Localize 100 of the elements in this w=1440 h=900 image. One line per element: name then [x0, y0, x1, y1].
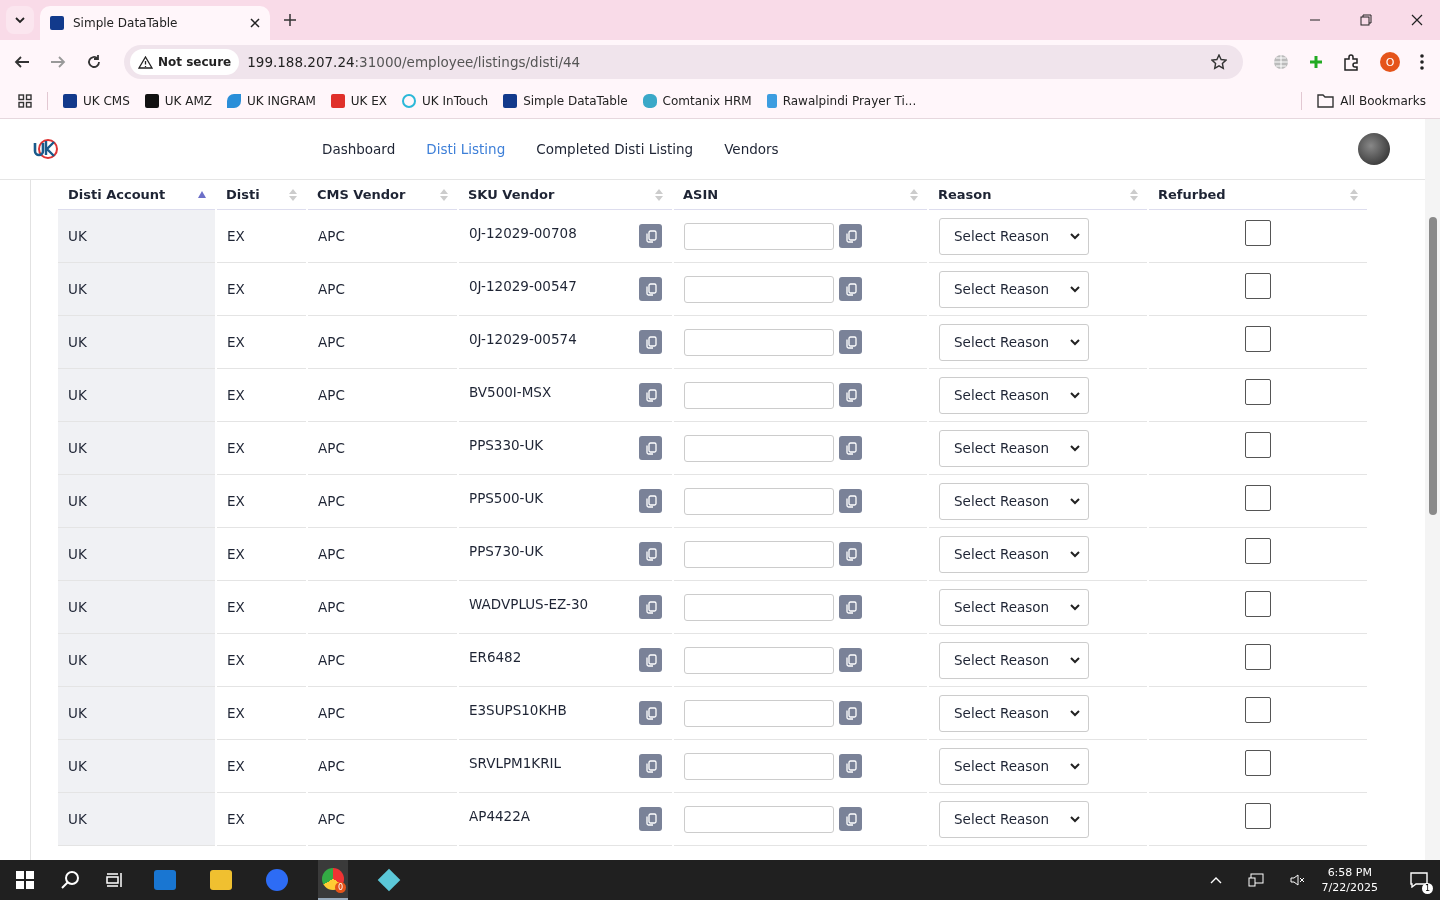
asin-input[interactable]	[684, 222, 834, 250]
reason-select[interactable]: Select Reason	[939, 323, 1089, 361]
nav-link[interactable]: Completed Disti Listing	[536, 141, 694, 157]
refurbed-checkbox[interactable]	[1245, 273, 1271, 299]
task-view-icon[interactable]	[106, 872, 124, 888]
asin-input[interactable]	[684, 381, 834, 409]
copy-button[interactable]	[639, 383, 662, 407]
asin-input[interactable]	[684, 752, 834, 780]
reason-select[interactable]: Select Reason	[939, 376, 1089, 414]
refurbed-checkbox[interactable]	[1245, 326, 1271, 352]
copy-button[interactable]	[639, 807, 662, 831]
profile-avatar[interactable]: O	[1380, 52, 1400, 72]
close-icon[interactable]	[1411, 14, 1423, 26]
clock-time[interactable]: 6:58 PM	[1327, 865, 1372, 880]
copy-button[interactable]	[639, 701, 662, 725]
asin-input[interactable]	[684, 487, 834, 515]
copy-button[interactable]	[639, 277, 662, 301]
reload-icon[interactable]	[86, 54, 102, 70]
copy-button[interactable]	[839, 754, 862, 778]
asin-input[interactable]	[684, 434, 834, 462]
refurbed-checkbox[interactable]	[1245, 379, 1271, 405]
reason-select[interactable]: Select Reason	[939, 535, 1089, 573]
bookmark-link[interactable]: UK AMZ	[144, 94, 213, 108]
plus-extension-icon[interactable]	[1309, 55, 1323, 69]
copy-button[interactable]	[639, 648, 662, 672]
copy-button[interactable]	[639, 224, 662, 248]
menu-icon[interactable]	[1420, 54, 1424, 70]
bookmark-link[interactable]: UK EX	[330, 94, 388, 108]
asin-input[interactable]	[684, 593, 834, 621]
windows-start-icon[interactable]	[16, 871, 34, 889]
refurbed-checkbox[interactable]	[1245, 485, 1271, 511]
bookmark-link[interactable]: UK InTouch	[402, 94, 489, 108]
star-icon[interactable]	[1211, 54, 1227, 70]
refurbed-checkbox[interactable]	[1245, 803, 1271, 829]
all-bookmarks-button[interactable]: All Bookmarks	[1317, 94, 1426, 108]
copy-button[interactable]	[639, 330, 662, 354]
copy-button[interactable]	[639, 754, 662, 778]
copy-button[interactable]	[639, 489, 662, 513]
asin-input[interactable]	[684, 540, 834, 568]
puzzle-icon[interactable]	[1343, 53, 1360, 71]
copy-button[interactable]	[839, 383, 862, 407]
copy-button[interactable]	[839, 542, 862, 566]
reason-select[interactable]: Select Reason	[939, 270, 1089, 308]
reason-select[interactable]: Select Reason	[939, 800, 1089, 838]
close-icon[interactable]	[250, 18, 260, 28]
apps-grid-icon[interactable]	[18, 94, 32, 108]
refurbed-checkbox[interactable]	[1245, 750, 1271, 776]
asin-input[interactable]	[684, 699, 834, 727]
browser-tab[interactable]: Simple DataTable	[40, 6, 270, 40]
bookmark-link[interactable]: Comtanix HRM	[642, 94, 752, 108]
security-chip[interactable]: Not secure	[130, 49, 240, 75]
refurbed-checkbox[interactable]	[1245, 220, 1271, 246]
refurbed-checkbox[interactable]	[1245, 538, 1271, 564]
reason-select[interactable]: Select Reason	[939, 588, 1089, 626]
new-tab-icon[interactable]	[284, 14, 296, 26]
asin-input[interactable]	[684, 805, 834, 833]
reason-select[interactable]: Select Reason	[939, 217, 1089, 255]
nav-link[interactable]: Dashboard	[322, 141, 396, 157]
column-header[interactable]: SKU Vendor	[458, 180, 673, 210]
column-header[interactable]: Disti	[216, 180, 307, 210]
asin-input[interactable]	[684, 275, 834, 303]
reason-select[interactable]: Select Reason	[939, 429, 1089, 467]
reason-select[interactable]: Select Reason	[939, 641, 1089, 679]
column-header[interactable]: CMS Vendor	[307, 180, 458, 210]
user-avatar[interactable]	[1358, 133, 1390, 165]
muted-speaker-icon[interactable]	[1289, 873, 1306, 887]
notification-button[interactable]: 1	[1404, 865, 1434, 895]
chrome-app-button[interactable]: 0	[318, 860, 348, 900]
chevron-up-icon[interactable]	[1209, 876, 1222, 884]
asin-input[interactable]	[684, 328, 834, 356]
clock-date[interactable]: 7/22/2025	[1321, 880, 1378, 895]
address-bar[interactable]: Not secure 199.188.207.24:31000/employee/listings/disti/44	[124, 45, 1243, 79]
forward-icon[interactable]	[50, 54, 66, 70]
copy-button[interactable]	[839, 224, 862, 248]
copy-button[interactable]	[839, 330, 862, 354]
refurbed-checkbox[interactable]	[1245, 644, 1271, 670]
nav-link[interactable]: Disti Listing	[426, 141, 506, 157]
back-icon[interactable]	[14, 54, 30, 70]
bookmark-link[interactable]: Simple DataTable	[503, 94, 628, 108]
copy-button[interactable]	[639, 542, 662, 566]
scrollbar[interactable]	[1425, 119, 1440, 860]
asin-input[interactable]	[684, 646, 834, 674]
bookmark-link[interactable]: UK CMS	[63, 94, 130, 108]
copy-button[interactable]	[639, 436, 662, 460]
copy-button[interactable]	[839, 436, 862, 460]
tab-search-button[interactable]	[6, 6, 34, 34]
reason-select[interactable]: Select Reason	[939, 694, 1089, 732]
copy-button[interactable]	[839, 595, 862, 619]
column-header[interactable]: Disti Account	[58, 180, 216, 210]
network-icon[interactable]	[1247, 873, 1264, 887]
copy-button[interactable]	[839, 807, 862, 831]
globe-icon[interactable]	[1273, 54, 1289, 70]
logo-icon[interactable]	[33, 138, 59, 160]
bookmark-link[interactable]: UK INGRAM	[227, 94, 316, 108]
copy-button[interactable]	[839, 648, 862, 672]
bookmark-link[interactable]: Rawalpindi Prayer Ti...	[766, 94, 917, 108]
column-header[interactable]: ASIN	[673, 180, 928, 210]
refurbed-checkbox[interactable]	[1245, 591, 1271, 617]
refurbed-checkbox[interactable]	[1245, 697, 1271, 723]
copy-button[interactable]	[839, 277, 862, 301]
